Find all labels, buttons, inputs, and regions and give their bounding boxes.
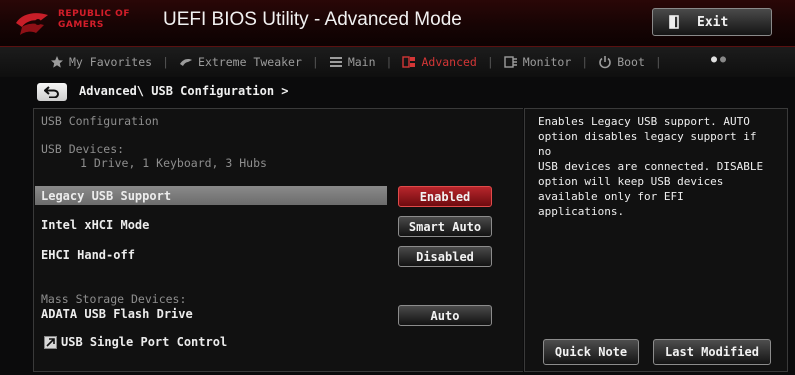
tab-label: My Favorites: [69, 55, 153, 69]
ehci-hand-off-value[interactable]: Disabled: [398, 246, 492, 267]
star-icon: [51, 56, 63, 68]
exit-button[interactable]: Exit: [652, 8, 772, 36]
tweaker-icon: [180, 59, 193, 66]
back-button[interactable]: [37, 83, 67, 101]
tab-separator: |: [311, 55, 319, 69]
last-modified-button[interactable]: Last Modified: [653, 339, 771, 365]
tab-separator: |: [581, 55, 589, 69]
usb-single-port-control[interactable]: USB Single Port Control: [61, 335, 227, 349]
tab-main[interactable]: Main: [321, 55, 384, 69]
brand-text: REPUBLIC OF GAMERS: [58, 9, 130, 31]
tab-label: Boot: [617, 55, 645, 69]
tab-label: Monitor: [522, 55, 572, 69]
intel-xhci-mode-label[interactable]: Intel xHCI Mode: [41, 218, 149, 232]
page-indicator-dots[interactable]: ●●: [711, 54, 729, 65]
monitor-icon: [504, 56, 517, 68]
legacy-usb-support-value[interactable]: Enabled: [398, 186, 492, 207]
tab-boot[interactable]: Boot: [590, 55, 653, 69]
power-icon: [599, 56, 611, 69]
tab-separator: |: [162, 55, 170, 69]
tab-advanced[interactable]: Advanced: [394, 55, 484, 69]
mass-storage-label: Mass Storage Devices:: [41, 292, 187, 306]
rog-logo-icon: [16, 13, 48, 35]
intel-xhci-mode-value[interactable]: Smart Auto: [398, 216, 492, 237]
exit-label: Exit: [697, 14, 729, 30]
legacy-usb-support-label[interactable]: Legacy USB Support: [41, 189, 171, 203]
title-bar: REPUBLIC OF GAMERS UEFI BIOS Utility - A…: [0, 0, 795, 47]
exit-door-icon: [669, 15, 679, 29]
brand-line-2: GAMERS: [58, 20, 104, 30]
breadcrumb: Advanced\ USB Configuration >: [79, 84, 289, 98]
tab-separator: |: [385, 55, 393, 69]
submenu-arrow-icon: [44, 336, 57, 349]
usb-devices-value: 1 Drive, 1 Keyboard, 3 Hubs: [80, 156, 267, 170]
back-arrow-icon: [44, 86, 59, 98]
tab-extreme-tweaker[interactable]: Extreme Tweaker: [171, 55, 310, 69]
mass-storage-device-label[interactable]: ADATA USB Flash Drive: [41, 307, 193, 321]
mass-storage-device-value[interactable]: Auto: [398, 305, 492, 326]
tab-monitor[interactable]: Monitor: [496, 55, 579, 69]
usb-devices-label: USB Devices:: [41, 142, 125, 156]
help-text: Enables Legacy USB support. AUTO option …: [538, 115, 764, 218]
list-icon: [329, 57, 342, 67]
tab-label: Main: [347, 55, 376, 69]
tab-bar: My Favorites | Extreme Tweaker | Main | …: [0, 47, 795, 77]
advanced-icon: [402, 56, 416, 68]
tab-label: Extreme Tweaker: [198, 55, 302, 69]
app-title: UEFI BIOS Utility - Advanced Mode: [163, 9, 462, 30]
quick-note-button[interactable]: Quick Note: [543, 339, 639, 365]
tab-separator: |: [486, 55, 494, 69]
brand-line-1: REPUBLIC OF: [58, 9, 130, 19]
tab-label: Advanced: [421, 55, 477, 69]
tab-my-favorites[interactable]: My Favorites: [42, 55, 160, 69]
tab-separator: |: [654, 55, 662, 69]
ehci-hand-off-label[interactable]: EHCI Hand-off: [41, 248, 135, 262]
section-title: USB Configuration: [41, 114, 159, 128]
